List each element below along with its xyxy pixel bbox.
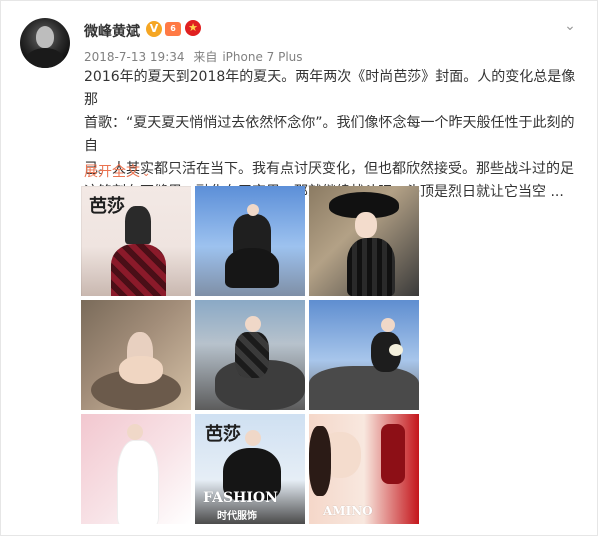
post-image-2[interactable]	[195, 186, 305, 296]
verified-badge-icon: V	[146, 21, 162, 37]
expand-label: 展开全文	[84, 164, 140, 180]
weibo-post-card: 微峰黄斌 V 6 ★ ⌄ 2018-7-13 19:34 来自 iPhone 7 …	[0, 0, 598, 536]
post-image-4[interactable]	[81, 300, 191, 410]
brand-text: AMINO	[323, 504, 373, 518]
fashion-subtitle-text: 时代服饰	[217, 511, 257, 522]
post-image-3[interactable]	[309, 186, 419, 296]
post-timestamp[interactable]: 2018-7-13 19:34	[84, 50, 185, 64]
post-image-9[interactable]: AMINO	[309, 414, 419, 524]
post-menu-chevron-icon[interactable]: ⌄	[559, 15, 581, 37]
post-text-line: 己。人其实都只活在当下。我有点讨厌变化，但也都欣然接受。那些战斗过的足	[84, 161, 574, 177]
star-badge-icon: ★	[185, 20, 201, 36]
image-grid: 芭莎 芭莎 FASHION 时代服饰 AMINO	[81, 186, 419, 528]
source-device: iPhone 7 Plus	[222, 50, 303, 64]
dress	[119, 356, 163, 384]
post-text-line: 首歌：“夏天夏天悄悄过去依然怀念你”。我们像怀念每一个昨天般任性于此刻的自	[84, 115, 575, 154]
user-avatar[interactable]	[20, 18, 70, 68]
hair	[309, 426, 331, 496]
fashion-cover-text: FASHION	[203, 490, 278, 506]
expand-chevron-icon: ⌄	[142, 168, 151, 179]
post-image-1[interactable]: 芭莎	[81, 186, 191, 296]
post-image-7[interactable]	[81, 414, 191, 524]
tile-border	[81, 186, 191, 296]
post-text-line: 2016年的夏天到2018年的夏天。两年两次《时尚芭莎》封面。人的变化总是像那	[84, 69, 576, 108]
model-face	[355, 212, 377, 238]
model-face	[247, 204, 259, 216]
white-jumpsuit	[117, 440, 159, 524]
striped-outfit	[347, 238, 395, 296]
expand-full-text-link[interactable]: 展开全文 ⌄	[84, 161, 150, 181]
avatar-body	[26, 48, 64, 68]
level-badge-icon: 6	[165, 22, 181, 36]
username[interactable]: 微峰黄斌	[84, 21, 140, 41]
avatar-face	[36, 26, 54, 48]
post-meta: 2018-7-13 19:34 来自 iPhone 7 Plus	[84, 48, 308, 65]
post-image-8[interactable]: 芭莎 FASHION 时代服饰	[195, 414, 305, 524]
model-face	[245, 430, 261, 446]
magazine-title-text: 芭莎	[205, 424, 241, 445]
plaid-coat	[235, 332, 269, 378]
flowers	[389, 344, 403, 356]
post-text: 2016年的夏天到2018年的夏天。两年两次《时尚芭莎》封面。人的变化总是像那 …	[84, 66, 584, 204]
lipstick	[381, 424, 405, 484]
model-face	[245, 316, 261, 332]
post-image-5[interactable]	[195, 300, 305, 410]
rocks	[309, 366, 419, 410]
black-dress	[225, 248, 279, 288]
post-image-6[interactable]	[309, 300, 419, 410]
model-face	[127, 424, 143, 440]
model-face	[381, 318, 395, 332]
source-prefix: 来自	[193, 50, 218, 64]
